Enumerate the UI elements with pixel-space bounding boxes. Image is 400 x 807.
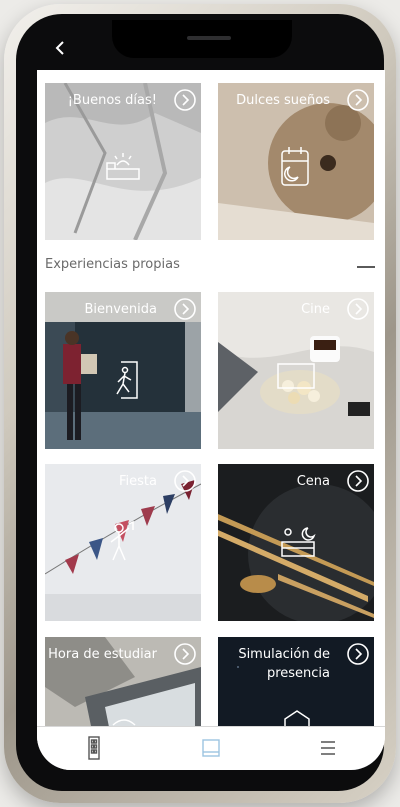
tile-label: ¡Buenos días! (67, 93, 157, 108)
tile-label: Simulación de presencia (238, 647, 330, 681)
tile-label: Fiesta (119, 474, 157, 489)
party-person-icon (110, 520, 134, 561)
tile-buenos-dias[interactable]: ¡Buenos días! (45, 83, 201, 240)
door-enter-icon (116, 361, 138, 399)
chevron-right-circle-icon (347, 643, 369, 665)
tab-bar (37, 726, 385, 770)
chevron-right-circle-icon (347, 470, 369, 492)
speaker-grille (187, 36, 231, 40)
section-header: Experiencias propias (45, 252, 375, 280)
chevron-right-circle-icon (174, 298, 196, 320)
tile-label: Cena (296, 474, 330, 489)
chevron-right-circle-icon (174, 470, 196, 492)
bed-sunrise-icon (106, 153, 140, 180)
tile-bienvenida[interactable]: Bienvenida (45, 292, 201, 449)
tile-cine[interactable]: Cine (218, 292, 374, 449)
chevron-left-icon (55, 41, 64, 55)
tab-building[interactable] (79, 735, 109, 761)
night-calendar-icon (281, 147, 309, 186)
back-button[interactable] (52, 38, 70, 58)
building-icon (88, 736, 100, 760)
tile-cena[interactable]: Cena (218, 464, 374, 621)
app-screen: ¡Buenos días! Dulces sueños Experiencias… (37, 70, 385, 770)
minus-icon[interactable] (357, 266, 375, 268)
chevron-right-circle-icon (347, 89, 369, 111)
chevron-right-circle-icon (174, 89, 196, 111)
chevron-right-circle-icon (347, 298, 369, 320)
tile-label: Cine (301, 302, 330, 317)
study-icon (112, 719, 136, 726)
section-title: Experiencias propias (45, 257, 180, 272)
scene-panel-icon (202, 739, 220, 757)
tab-scenes[interactable] (196, 735, 226, 761)
tile-label: Dulces sueños (236, 93, 330, 108)
chevron-right-circle-icon (174, 643, 196, 665)
screen-icon (277, 363, 315, 389)
tile-label: Bienvenida (84, 302, 157, 317)
tile-fiesta[interactable]: Fiesta (45, 464, 201, 621)
tile-label: Hora de estudiar (48, 647, 157, 662)
menu-icon (321, 741, 335, 755)
dinner-icon (281, 527, 316, 557)
tab-menu[interactable] (313, 735, 343, 761)
tile-dulces-suenos[interactable]: Dulces sueños (218, 83, 374, 240)
